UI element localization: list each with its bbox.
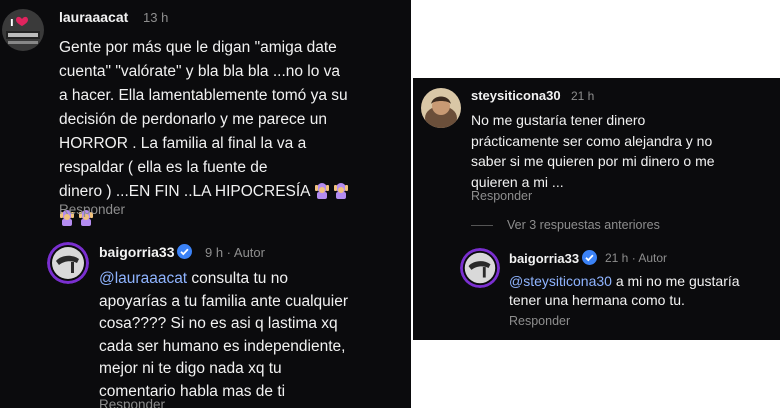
avatar-baigorria33[interactable] [460,248,500,288]
mention-link[interactable]: @lauraaacat [99,270,187,287]
comment-body: No me gustaría tener dinero prácticament… [471,110,715,192]
comment-username[interactable]: lauraaacat [59,9,128,25]
thread-divider [471,225,493,226]
reply-meta: 21 h · Autor [605,251,668,265]
reply-line: cosa???? Si no es asi q lastima xq [99,315,338,332]
reply-header: baigorria33 [509,250,599,266]
woman-facepalming-emoji-icon [314,181,350,207]
comment-thread-left: I lauraaacat 13 h Gente por más que le d… [0,0,411,408]
comment-username[interactable]: steysiticona30 [471,88,561,103]
reply-button[interactable]: Responder [99,397,165,408]
mention-link[interactable]: @steysiticona30 [509,273,612,289]
reply-body: @lauraaacat consulta tu no apoyarías a t… [99,268,348,403]
comment-line: prácticamente ser como alejandra y no [471,132,713,149]
verified-badge-icon [582,250,598,265]
avatar-steysiticona30[interactable] [421,88,461,128]
comment-timestamp: 13 h [143,10,169,25]
avatar-lauraaacat[interactable]: I [2,9,44,51]
comment-line: a hacer. Ella lamentablemente tomó ya su [59,87,348,104]
reply-line: tener una hermana como tu. [509,292,685,308]
comment-line: saber si me quieren por mi dinero o me [471,153,715,169]
reply-first-line-text: consulta tu no [187,270,288,287]
reply-meta: 9 h · Autor [205,245,265,260]
avatar-baigorria33[interactable] [47,242,89,284]
verified-badge-icon [177,244,193,259]
reply-line: mejor ni te digo nada xq tu [99,360,282,377]
reply-button[interactable]: Responder [471,189,532,203]
reply-line: cada ser humano es independiente, [99,337,346,355]
comment-timestamp: 21 h [571,89,595,103]
reply-first-line: @lauraaacat consulta tu no [99,268,348,291]
reply-header: baigorria33 [99,244,194,260]
reply-first-line: @steysiticona30 a mi no me gustaría [509,272,740,291]
reply-line: apoyarías a tu familia ante cualquier [99,292,349,310]
reply-button[interactable]: Responder [59,202,125,217]
reply-button[interactable]: Responder [509,314,570,328]
comment-line-text: dinero ) ...EN FIN ..LA HIPOCRESÍA [59,183,311,200]
reply-username[interactable]: baigorria33 [99,244,174,260]
reply-body: @steysiticona30 a mi no me gustaría tene… [509,272,740,310]
view-previous-replies-button[interactable]: Ver 3 respuestas anteriores [507,218,660,232]
comment-line: Gente por más que le digan "amiga date [59,39,337,56]
comment-line: No me gustaría tener dinero [471,112,646,128]
comment-line: decisión de perdonarlo y me parece un [59,111,327,128]
reply-first-line-text: a mi no me gustaría [611,273,740,289]
comment-line: cuenta" "valórate" y bla bla bla ...no l… [59,63,341,80]
comment-line: HORROR . La familia al final la va a [59,135,307,152]
comment-thread-right: steysiticona30 21 h No me gustaría tener… [413,78,780,340]
reply-username[interactable]: baigorria33 [509,251,579,266]
svg-text:I: I [10,18,14,29]
comment-line: respaldar ( ella es la fuente de [59,159,268,176]
